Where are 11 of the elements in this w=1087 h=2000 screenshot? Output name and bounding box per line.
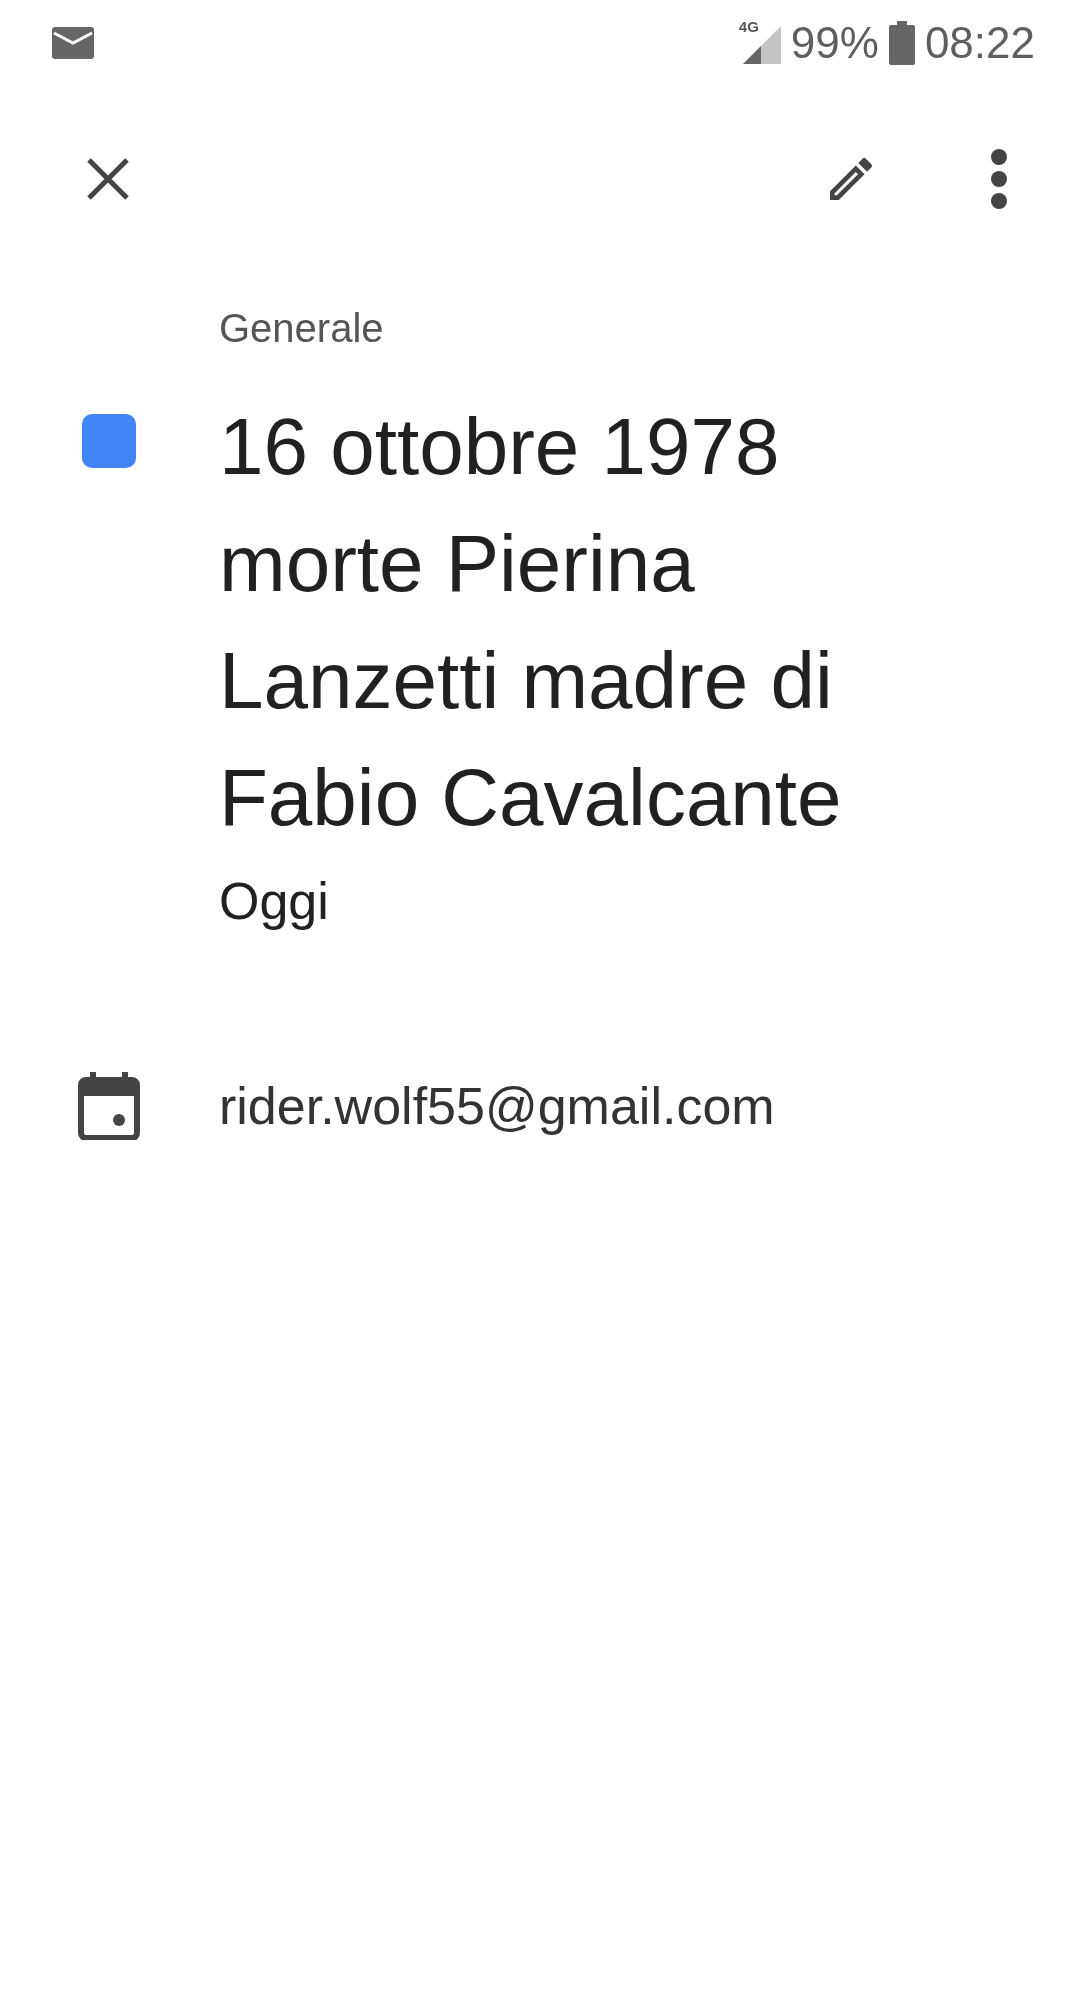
battery-icon (888, 21, 915, 65)
account-email: rider.wolf55@gmail.com (219, 1076, 775, 1136)
mail-icon (52, 27, 94, 59)
event-title: 16 ottobre 1978 morte Pierina Lanzetti madre di Fabio Cavalcante (219, 401, 843, 844)
close-icon (85, 156, 131, 202)
calendar-name: Generale (219, 306, 384, 352)
clock: 08:22 (924, 18, 1035, 68)
battery-percentage: 99% (790, 18, 879, 68)
event-date: Oggi (219, 871, 330, 932)
more-icon (989, 148, 1009, 210)
calendar-icon (78, 1072, 140, 1140)
